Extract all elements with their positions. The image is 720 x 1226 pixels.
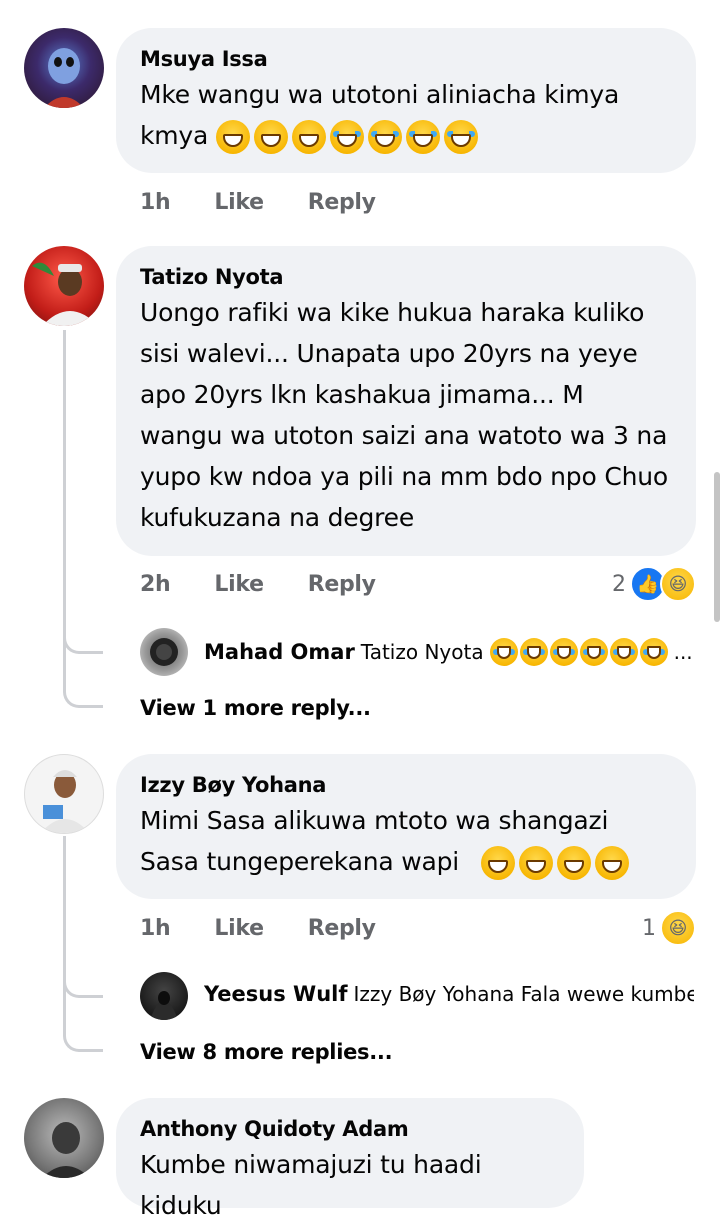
comment-bubble: Izzy Bøy Yohana Mimi Sasa alikuwa mtoto … xyxy=(116,754,696,899)
thread-line xyxy=(63,652,66,688)
timestamp: 1h xyxy=(140,190,171,215)
reply-author[interactable]: Mahad Omar xyxy=(204,640,355,664)
thread-connector xyxy=(63,1032,103,1052)
reply-preview[interactable]: Mahad Omar Tatizo Nyota ... xyxy=(204,638,694,666)
thread-connector xyxy=(63,634,103,654)
comment-text: Mimi Sasa alikuwa mtoto wa shangazi Sasa… xyxy=(140,800,672,882)
rofl-emoji-icon xyxy=(489,638,518,666)
view-more-replies-link[interactable]: View 1 more reply... xyxy=(140,696,371,720)
thread-connector xyxy=(63,978,103,998)
comment-author[interactable]: Msuya Issa xyxy=(140,44,672,74)
scrollbar-thumb[interactable] xyxy=(714,472,720,622)
avatar[interactable] xyxy=(24,754,104,834)
comment-actions: 2h Like Reply xyxy=(140,572,376,597)
thread-connector xyxy=(63,688,103,708)
emoji-group xyxy=(215,120,478,154)
grin-emoji-icon xyxy=(253,120,288,154)
comment-actions: 1h Like Reply xyxy=(140,916,376,941)
thread-line xyxy=(63,836,66,996)
avatar[interactable] xyxy=(24,1098,104,1178)
grin-emoji-icon xyxy=(291,120,326,154)
like-button[interactable]: Like xyxy=(214,190,264,215)
comment-bubble: Tatizo Nyota Uongo rafiki wa kike hukua … xyxy=(116,246,696,556)
thread-line xyxy=(63,996,66,1032)
comment-author[interactable]: Anthony Quidoty Adam xyxy=(140,1114,560,1144)
comment-text: Mke wangu wa utotoni aliniacha kimya kmy… xyxy=(140,74,672,156)
reply-button[interactable]: Reply xyxy=(308,190,376,215)
haha-reaction-icon: 😆 xyxy=(660,566,696,602)
joy-emoji-icon xyxy=(579,638,608,666)
joy-emoji-icon xyxy=(639,638,668,666)
reply-text: Tatizo Nyota xyxy=(360,640,484,664)
laughing-emoji-icon xyxy=(480,846,515,880)
joy-emoji-icon xyxy=(367,120,402,154)
reply-ellipsis: ... xyxy=(673,640,693,664)
avatar[interactable] xyxy=(24,246,104,326)
laughing-emoji-icon xyxy=(518,846,553,880)
rofl-emoji-icon xyxy=(549,638,578,666)
like-button[interactable]: Like xyxy=(214,572,264,597)
joy-emoji-icon xyxy=(329,120,364,154)
comment-bubble: Anthony Quidoty Adam Kumbe niwamajuzi tu… xyxy=(116,1098,584,1220)
reply-button[interactable]: Reply xyxy=(308,916,376,941)
grin-emoji-icon xyxy=(215,120,250,154)
joy-emoji-icon xyxy=(519,638,548,666)
view-more-replies-link[interactable]: View 8 more replies... xyxy=(140,1040,393,1064)
laughing-emoji-icon xyxy=(594,846,629,880)
joy-emoji-icon xyxy=(405,120,440,154)
avatar-image xyxy=(40,770,90,833)
reply-avatar[interactable] xyxy=(140,972,188,1020)
comment-text: Uongo rafiki wa kike hukua haraka kuliko… xyxy=(140,298,668,532)
comment-text: Kumbe niwamajuzi tu haadi kiduku xyxy=(140,1150,482,1220)
haha-reaction-icon: 😆 xyxy=(660,910,696,946)
reaction-summary[interactable]: 2 👍 😆 xyxy=(612,566,696,602)
reply-button[interactable]: Reply xyxy=(308,572,376,597)
emoji-group xyxy=(480,846,629,880)
reply-author[interactable]: Yeesus Wulf xyxy=(204,982,347,1006)
thread-line xyxy=(63,330,66,652)
reply-preview[interactable]: Yeesus Wulf Izzy Bøy Yohana Fala wewe ku… xyxy=(204,982,694,1006)
comment-author[interactable]: Tatizo Nyota xyxy=(140,262,672,292)
timestamp: 2h xyxy=(140,572,171,597)
hooded-figure-avatar-image xyxy=(150,991,178,1020)
emoji-group xyxy=(489,638,668,666)
rofl-emoji-icon xyxy=(609,638,638,666)
joy-emoji-icon xyxy=(443,120,478,154)
comment-actions: 1h Like Reply xyxy=(140,190,376,215)
reaction-count: 1 xyxy=(642,915,656,941)
reply-text: Izzy Bøy Yohana Fala wewe kumbe ... xyxy=(353,982,694,1006)
comment-author[interactable]: Izzy Bøy Yohana xyxy=(140,770,672,800)
comment-bubble: Msuya Issa Mke wangu wa utotoni aliniach… xyxy=(116,28,696,173)
watch-avatar-image xyxy=(150,638,178,666)
avatar-image xyxy=(32,262,98,326)
timestamp: 1h xyxy=(140,916,171,941)
avatar-image xyxy=(44,48,84,108)
avatar[interactable] xyxy=(24,28,104,108)
reaction-count: 2 xyxy=(612,571,626,597)
reply-avatar[interactable] xyxy=(140,628,188,676)
reaction-summary[interactable]: 1 😆 xyxy=(642,910,696,946)
avatar-image xyxy=(42,1122,90,1178)
laughing-emoji-icon xyxy=(556,846,591,880)
like-button[interactable]: Like xyxy=(214,916,264,941)
